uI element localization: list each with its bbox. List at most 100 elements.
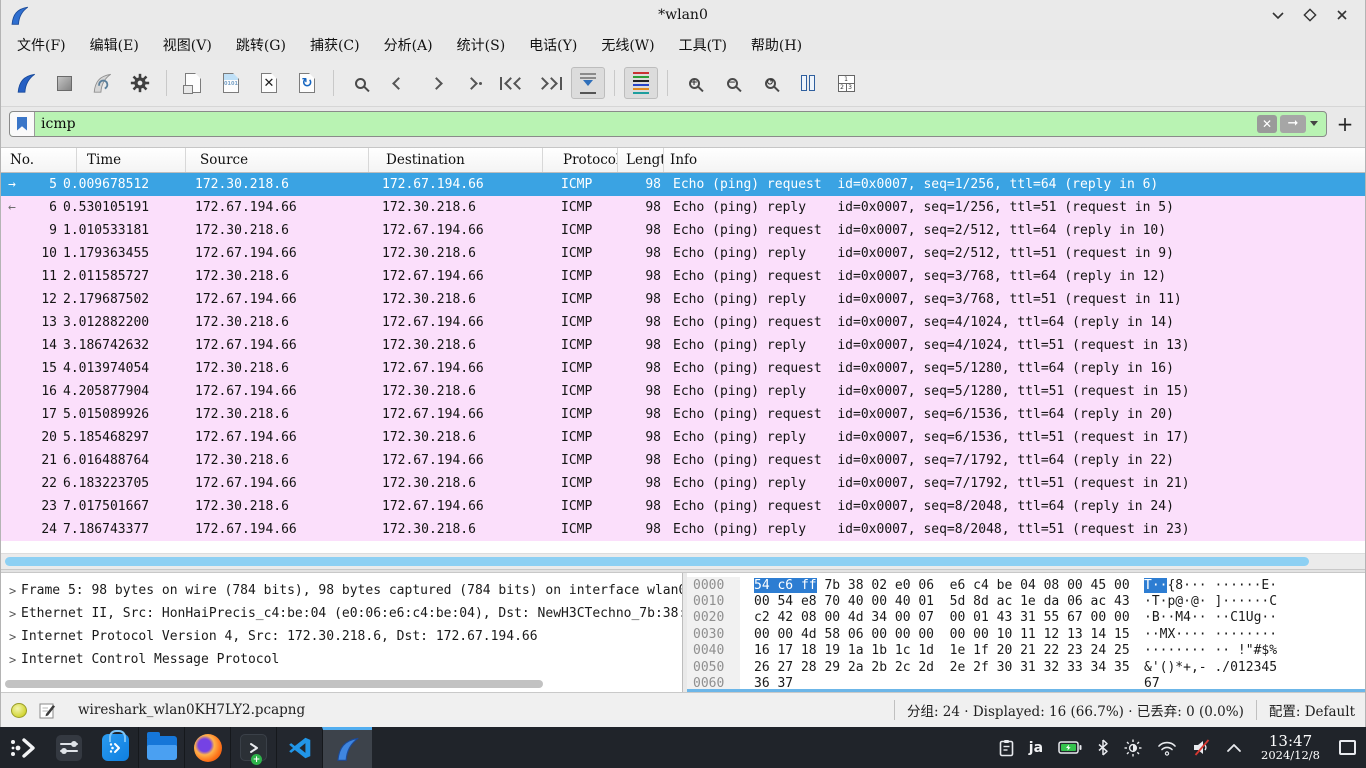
column-header-source[interactable]: Source [186, 148, 369, 172]
reload-file-button[interactable] [290, 67, 324, 99]
first-packet-button[interactable] [495, 67, 529, 99]
go-forward-button[interactable] [419, 67, 453, 99]
packet-row-21[interactable]: 216.016488764172.30.218.6172.67.194.66IC… [1, 449, 1365, 472]
auto-scroll-toggle[interactable] [571, 67, 605, 99]
packet-row-9[interactable]: 91.010533181172.30.218.6172.67.194.66ICM… [1, 219, 1365, 242]
packet-row-5[interactable]: →50.009678512172.30.218.6172.67.194.66IC… [1, 173, 1365, 196]
volume-muted-icon[interactable] [1192, 739, 1211, 756]
hex-ascii[interactable]: ········ ·· !"#$% [1144, 643, 1277, 658]
menu-item-5[interactable]: 分析(A) [372, 32, 445, 58]
scrollbar-thumb[interactable] [5, 557, 1309, 566]
hex-bytes[interactable]: 00 00 4d 58 06 00 00 00 00 00 10 11 12 1… [740, 627, 1144, 642]
taskbar-app-terminal[interactable]: + [230, 727, 276, 768]
multitasking-button[interactable] [46, 727, 92, 768]
colorize-toggle[interactable] [624, 67, 658, 99]
menu-item-3[interactable]: 跳转(G) [224, 32, 298, 58]
display-filter-input[interactable] [35, 116, 1257, 132]
capture-comment-icon[interactable] [39, 702, 56, 719]
battery-icon[interactable] [1058, 741, 1082, 754]
packet-row-6[interactable]: ←60.530105191172.67.194.66172.30.218.6IC… [1, 196, 1365, 219]
hex-ascii[interactable]: T··{8··· ······E· [1144, 578, 1277, 593]
hex-bytes[interactable]: 00 54 e8 70 40 00 40 01 5d 8d ac 1e da 0… [740, 594, 1144, 609]
clipboard-icon[interactable] [999, 739, 1014, 757]
hex-ascii[interactable]: ·B··M4·· ··C1Ug·· [1144, 610, 1277, 625]
expand-chevron-icon[interactable]: > [9, 653, 21, 667]
app-store-button[interactable] [92, 727, 138, 768]
close-button[interactable] [1331, 4, 1353, 26]
expert-info-icon[interactable] [11, 703, 27, 718]
start-capture-button[interactable] [9, 67, 43, 99]
packet-detail-line-1[interactable]: >Ethernet II, Src: HonHaiPrecis_c4:be:04… [1, 602, 682, 625]
column-header-length[interactable]: Length [618, 148, 664, 172]
input-method-indicator[interactable]: ja [1029, 740, 1043, 756]
packet-row-16[interactable]: 164.205877904172.67.194.66172.30.218.6IC… [1, 380, 1365, 403]
packet-row-14[interactable]: 143.186742632172.67.194.66172.30.218.6IC… [1, 334, 1365, 357]
hex-row-0030[interactable]: 003000 00 4d 58 06 00 00 00 00 00 10 11 … [687, 626, 1365, 642]
packet-list-hscrollbar[interactable] [1, 553, 1365, 569]
taskbar-app-wireshark[interactable] [322, 727, 372, 768]
layout-button[interactable]: 123 [829, 67, 863, 99]
packet-row-24[interactable]: 247.186743377172.67.194.66172.30.218.6IC… [1, 518, 1365, 541]
find-packet-button[interactable] [343, 67, 377, 99]
last-packet-button[interactable] [533, 67, 567, 99]
hex-ascii[interactable]: ··MX···· ········ [1144, 627, 1277, 642]
menu-item-0[interactable]: 文件(F) [5, 32, 78, 58]
menu-item-4[interactable]: 捕获(C) [298, 32, 372, 58]
packet-row-13[interactable]: 133.012882200172.30.218.6172.67.194.66IC… [1, 311, 1365, 334]
filter-apply-button[interactable]: ➞ [1280, 115, 1306, 133]
go-back-button[interactable] [381, 67, 415, 99]
menu-item-10[interactable]: 帮助(H) [739, 32, 814, 58]
menu-item-8[interactable]: 无线(W) [589, 32, 666, 58]
hex-ascii[interactable]: &'()*+,- ./012345 [1144, 660, 1277, 675]
show-desktop-button[interactable] [1339, 740, 1356, 755]
tray-expand-chevron-icon[interactable] [1226, 743, 1242, 753]
zoom-reset-button[interactable]: ↺ [753, 67, 787, 99]
hex-bytes[interactable]: c2 42 08 00 4d 34 00 07 00 01 43 31 55 6… [740, 610, 1144, 625]
hex-row-0020[interactable]: 0020c2 42 08 00 4d 34 00 07 00 01 43 31 … [687, 610, 1365, 626]
packet-row-23[interactable]: 237.017501667172.30.218.6172.67.194.66IC… [1, 495, 1365, 518]
zoom-out-button[interactable]: − [715, 67, 749, 99]
minimize-button[interactable] [1267, 4, 1289, 26]
wifi-icon[interactable] [1157, 740, 1177, 756]
packet-row-20[interactable]: 205.185468297172.67.194.66172.30.218.6IC… [1, 426, 1365, 449]
hex-bytes[interactable]: 54 c6 ff 7b 38 02 e0 06 e6 c4 be 04 08 0… [740, 578, 1144, 593]
column-header-destination[interactable]: Destination [369, 148, 543, 172]
expand-chevron-icon[interactable]: > [9, 607, 21, 621]
column-header-info[interactable]: Info [664, 148, 1365, 172]
column-header-protocol[interactable]: Protocol [543, 148, 618, 172]
display-filter-field[interactable]: ✕ ➞ [9, 111, 1327, 137]
hex-ascii[interactable]: ·T·p@·@· ]······C [1144, 594, 1277, 609]
expand-chevron-icon[interactable]: > [9, 584, 21, 598]
filter-bookmark-button[interactable] [10, 112, 35, 136]
column-header-time[interactable]: Time [77, 148, 186, 172]
menu-item-7[interactable]: 电话(Y) [517, 32, 589, 58]
packet-row-11[interactable]: 112.011585727172.30.218.6172.67.194.66IC… [1, 265, 1365, 288]
go-to-packet-button[interactable] [457, 67, 491, 99]
hex-row-0060[interactable]: 006036 3767 [687, 675, 1365, 691]
expand-chevron-icon[interactable]: > [9, 630, 21, 644]
capture-options-button[interactable] [123, 67, 157, 99]
filter-add-button[interactable]: + [1333, 112, 1357, 136]
packet-detail-line-0[interactable]: >Frame 5: 98 bytes on wire (784 bits), 9… [1, 579, 682, 602]
stop-capture-button[interactable] [47, 67, 81, 99]
hex-row-0040[interactable]: 004016 17 18 19 1a 1b 1c 1d 1e 1f 20 21 … [687, 643, 1365, 659]
menu-item-9[interactable]: 工具(T) [667, 32, 739, 58]
scrollbar-thumb[interactable] [5, 680, 543, 688]
maximize-button[interactable] [1299, 4, 1321, 26]
bluetooth-icon[interactable] [1097, 739, 1109, 756]
menu-item-6[interactable]: 统计(S) [445, 32, 518, 58]
filter-clear-button[interactable]: ✕ [1257, 115, 1277, 133]
brightness-icon[interactable] [1124, 739, 1142, 757]
hex-row-0010[interactable]: 001000 54 e8 70 40 00 40 01 5d 8d ac 1e … [687, 593, 1365, 609]
save-file-button[interactable] [214, 67, 248, 99]
packet-row-10[interactable]: 101.179363455172.67.194.66172.30.218.6IC… [1, 242, 1365, 265]
hex-bytes[interactable]: 36 37 [740, 676, 1144, 691]
close-file-button[interactable] [252, 67, 286, 99]
column-header-no[interactable]: No. [1, 148, 77, 172]
menu-item-1[interactable]: 编辑(E) [78, 32, 151, 58]
details-hscrollbar[interactable] [1, 678, 682, 690]
resize-columns-button[interactable] [791, 67, 825, 99]
taskbar-app-file-manager[interactable] [138, 727, 184, 768]
restart-capture-button[interactable] [85, 67, 119, 99]
packet-row-17[interactable]: 175.015089926172.30.218.6172.67.194.66IC… [1, 403, 1365, 426]
